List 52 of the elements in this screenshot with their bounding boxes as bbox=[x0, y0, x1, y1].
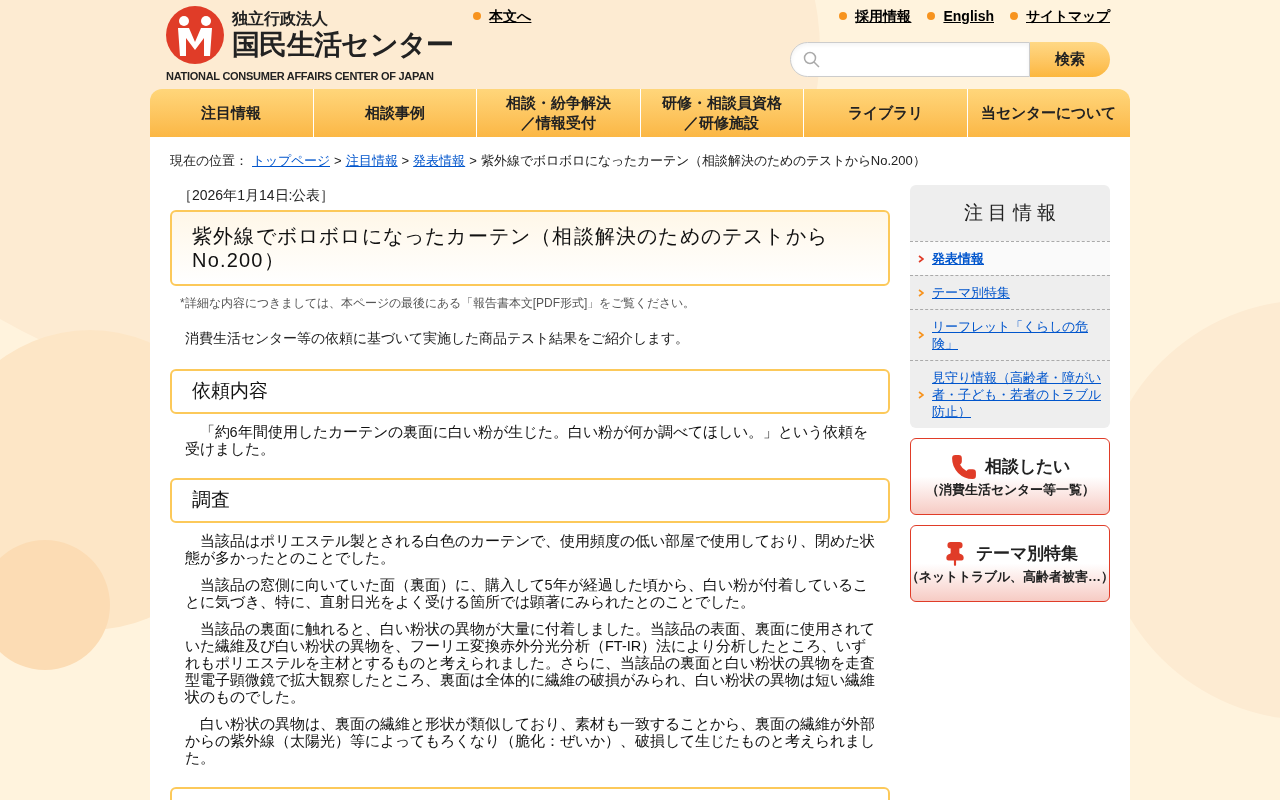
nav-tab[interactable]: ライブラリ bbox=[803, 89, 967, 137]
logo-english: NATIONAL CONSUMER AFFAIRS CENTER OF JAPAN bbox=[166, 69, 435, 84]
sidebar-link[interactable]: 見守り情報（高齢者・障がい者・子ども・若者のトラブル防止） bbox=[910, 360, 1110, 428]
section-heading: 依頼内容 bbox=[170, 368, 890, 414]
nav-tab[interactable]: 相談・紛争解決 ／情報受付 bbox=[476, 89, 640, 137]
publish-date: ［2026年1月14日:公表］ bbox=[178, 185, 336, 205]
body-paragraph: 「約6年間使用したカーテンの裏面に白い粉が生じた。白い粉が何か調べてほしい。」という依頼を受けました。 bbox=[185, 423, 869, 458]
chevron-icon bbox=[918, 331, 924, 339]
banner-link[interactable]: テーマ別特集 （ネットトラブル、高齢者被害…） bbox=[910, 525, 1110, 602]
intro-text: 消費生活センター等の依頼に基づいて実施した商品テスト結果をご紹介します。 bbox=[185, 328, 690, 348]
search-icon bbox=[803, 50, 821, 69]
sidebar-link[interactable]: テーマ別特集 bbox=[910, 275, 1110, 309]
article-title: 紫外線でボロボロになったカーテン（相談解決のためのテストからNo.200） bbox=[170, 209, 890, 286]
phone-icon bbox=[950, 453, 977, 480]
breadcrumb-separator: > bbox=[469, 152, 477, 170]
utility-link[interactable]: English bbox=[943, 5, 994, 27]
nav-tab[interactable]: 研修・相談員資格 ／研修施設 bbox=[639, 89, 803, 137]
utility-link[interactable]: サイトマップ bbox=[1026, 5, 1110, 27]
bullet-icon bbox=[473, 12, 482, 20]
sidebar-link[interactable]: リーフレット「くらしの危険」 bbox=[910, 309, 1110, 360]
bullet-icon bbox=[1010, 12, 1018, 20]
bullet-icon bbox=[927, 12, 936, 20]
detail-note: *詳細な内容につきましては、本ページの最後にある「報告書本文[PDF形式]」をご覧ください。 bbox=[180, 294, 697, 312]
breadcrumb-link[interactable]: 発表情報 bbox=[413, 151, 466, 171]
body-paragraph: 当該品はポリエステル製とされる白色のカーテンで、使用頻度の低い部屋で使用しており、閉めた状態が多かったとのことでした。 bbox=[185, 532, 875, 567]
nav-tab[interactable]: 注目情報 bbox=[150, 89, 313, 137]
breadcrumb-separator: > bbox=[334, 152, 342, 170]
banner-link[interactable]: 相談したい （消費生活センター等一覧） bbox=[910, 438, 1110, 515]
utility-link[interactable]: 採用情報 bbox=[855, 5, 912, 27]
breadcrumb-label: 現在の位置： bbox=[170, 152, 248, 170]
nav-tab[interactable]: 相談事例 bbox=[312, 89, 476, 137]
chevron-icon bbox=[918, 288, 924, 297]
search-button[interactable]: 検索 bbox=[1030, 42, 1110, 77]
nav-tab[interactable]: 当センターについて bbox=[966, 89, 1130, 137]
breadcrumb-current: 紫外線でボロボロになったカーテン（相談解決のためのテストからNo.200） bbox=[480, 152, 926, 170]
sidebar-title: 注 目 情 報 bbox=[963, 200, 1057, 225]
sidebar-link[interactable]: 発表情報 bbox=[910, 241, 1110, 275]
logo-name: 国民生活センター bbox=[232, 31, 454, 59]
logo-icon bbox=[166, 6, 224, 64]
body-paragraph: 当該品の窓側に向いていた面（裏面）に、購入して5年が経過した頃から、白い粉が付着していることに気づき、特に、直射日光をよく受ける箇所では顕著にみられたとのことでした。 bbox=[185, 576, 869, 611]
chevron-icon bbox=[918, 254, 924, 263]
breadcrumb-link[interactable]: トップページ bbox=[252, 151, 330, 171]
section-heading: 調査 bbox=[170, 477, 890, 523]
bullet-icon bbox=[839, 12, 848, 20]
logo-org-type: 独立行政法人 bbox=[232, 11, 329, 27]
breadcrumb-separator: > bbox=[401, 152, 410, 170]
skip-link[interactable]: 本文へ bbox=[489, 5, 532, 27]
chevron-icon bbox=[918, 390, 924, 399]
body-paragraph: 当該品の裏面に触れると、白い粉状の異物が大量に付着しました。当該品の表面、裏面に使用されていた繊維及び白い粉状の異物を、フーリエ変換赤外分光分析（FT-IR）法により分析したところ、いずれもポリエステルを主材とするものと考えられました。さらに、当該品の裏面と白い粉状の異物を走査型電子顕微鏡で拡大観察したところ、裏面は全体的に繊維の破損がみられ、白い粉状の異物は短い繊維状のものでした。 bbox=[185, 620, 875, 706]
body-paragraph: 白い粉状の異物は、裏面の繊維と形状が類似しており、素材も一致することから、裏面の繊維が外部からの紫外線（太陽光）等によってもろくなり（脆化：ぜいか）、破損して生じたものと考えられました。 bbox=[185, 715, 875, 767]
breadcrumb-link[interactable]: 注目情報 bbox=[345, 151, 398, 171]
search-field[interactable] bbox=[790, 42, 1030, 77]
